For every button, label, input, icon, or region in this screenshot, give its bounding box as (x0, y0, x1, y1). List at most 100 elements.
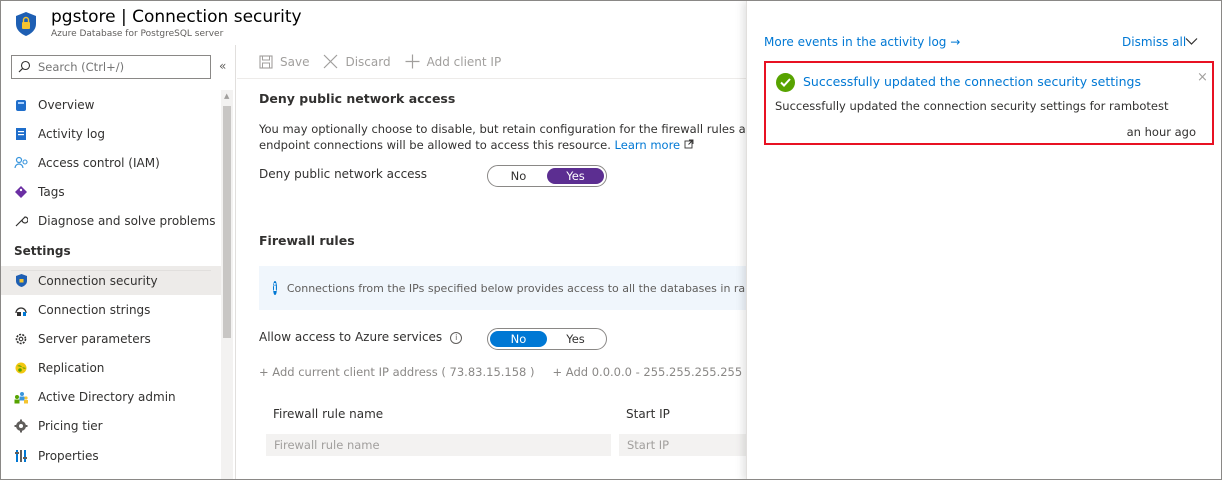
command-bar: Save Discard Add client IP (237, 45, 747, 79)
nav-item-properties[interactable]: Properties (1, 441, 221, 470)
learn-more-link[interactable]: Learn more (615, 138, 694, 152)
close-notification-icon[interactable]: × (1197, 70, 1208, 85)
notifications-pane: More events in the activity log → Dismis… (746, 1, 1221, 479)
discard-label: Discard (345, 54, 391, 69)
notification-body: Successfully updated the connection secu… (775, 99, 1169, 113)
allow-azure-toggle[interactable]: No Yes (487, 328, 607, 350)
description-text: endpoint connections will be allowed to … (259, 138, 611, 152)
settings-section-header: Settings (14, 243, 71, 258)
nav-item-diagnose[interactable]: Diagnose and solve problems (1, 207, 221, 236)
firewall-info-banner: i Connections from the IPs specified bel… (259, 266, 747, 310)
info-text: Connections from the IPs specified below… (286, 281, 747, 295)
search-input[interactable] (38, 58, 206, 76)
allow-azure-label: Allow access to Azure services i (259, 330, 463, 344)
chevron-down-icon[interactable] (1185, 37, 1198, 46)
portal-window: pgstore | Connection security Azure Data… (0, 0, 1222, 480)
success-check-icon (776, 73, 795, 92)
activity-log-link[interactable]: More events in the activity log → (764, 35, 960, 49)
users-icon (13, 389, 29, 405)
nav-item-label: Pricing tier (38, 419, 103, 434)
search-icon (18, 60, 31, 73)
description-line: You may optionally choose to disable, bu… (259, 122, 747, 136)
save-label: Save (280, 54, 310, 69)
dismiss-all-button[interactable]: Dismiss all (1122, 35, 1186, 49)
add-current-ip-link[interactable]: + Add current client IP address ( 73.83.… (259, 365, 535, 379)
nav-item-label: Properties (38, 448, 99, 463)
column-header-rule-name: Firewall rule name (273, 407, 384, 421)
postgres-shield-icon (16, 12, 36, 36)
start-ip-input[interactable] (619, 434, 747, 456)
postgres-overview-icon (13, 97, 29, 113)
shield-icon (13, 273, 29, 289)
close-icon (323, 54, 338, 69)
page-title: pgstore | Connection security (51, 7, 302, 27)
nav-list: Overview Activity log Access control (IA… (1, 90, 221, 470)
save-icon (259, 54, 273, 69)
deny-public-toggle[interactable]: No Yes (487, 165, 607, 187)
scroll-up-icon[interactable]: ▲ (224, 92, 229, 100)
learn-more-label: Learn more (614, 138, 681, 152)
collapse-menu-button[interactable]: « (219, 59, 226, 73)
nav-item-label: Server parameters (38, 331, 151, 346)
resource-menu: « Overview Activity log Access control (… (1, 45, 236, 479)
nav-item-label: Activity log (38, 126, 105, 141)
external-link-icon (684, 139, 694, 149)
nav-item-server-parameters[interactable]: Server parameters (1, 324, 221, 353)
nav-item-label: Replication (38, 361, 105, 376)
deny-public-section-title: Deny public network access (259, 91, 456, 106)
deny-public-label: Deny public network access (259, 167, 428, 181)
add-client-ip-label: Add client IP (426, 54, 502, 69)
plus-icon (405, 54, 420, 69)
tag-icon (13, 184, 29, 200)
nav-item-pricing-tier[interactable]: Pricing tier (1, 412, 221, 441)
firewall-rule-name-input[interactable] (266, 434, 611, 456)
nav-item-label: Active Directory admin (38, 390, 176, 405)
deny-public-yes-option[interactable]: Yes (547, 168, 604, 184)
info-icon: i (273, 281, 277, 295)
nav-item-label: Access control (IAM) (38, 155, 160, 170)
notification-timestamp: an hour ago (1126, 125, 1196, 139)
page-subtitle: Azure Database for PostgreSQL server (51, 29, 224, 39)
wrench-icon (13, 213, 29, 229)
deny-description: You may optionally choose to disable, bu… (259, 121, 747, 153)
discard-button[interactable]: Discard (323, 54, 391, 69)
save-button[interactable]: Save (259, 55, 309, 69)
nav-item-access-control[interactable]: Access control (IAM) (1, 148, 221, 177)
menu-scrollbar[interactable]: ▲ (221, 90, 233, 479)
nav-item-label: Connection security (38, 273, 158, 288)
nav-divider (11, 270, 211, 271)
scrollbar-thumb[interactable] (223, 106, 231, 338)
allow-azure-yes-option[interactable]: Yes (547, 331, 604, 347)
column-header-start-ip: Start IP (626, 407, 670, 421)
firewall-rules-title: Firewall rules (259, 233, 355, 248)
nav-item-overview[interactable]: Overview (1, 90, 221, 119)
nav-item-replication[interactable]: Replication (1, 354, 221, 383)
properties-icon (13, 448, 29, 464)
deny-public-no-option[interactable]: No (490, 168, 547, 184)
add-client-ip-button[interactable]: Add client IP (405, 54, 502, 69)
nav-item-activity-log[interactable]: Activity log (1, 119, 221, 148)
nav-item-active-directory-admin[interactable]: Active Directory admin (1, 383, 221, 412)
access-control-icon (13, 155, 29, 171)
search-box[interactable] (11, 55, 211, 79)
connection-strings-icon (13, 302, 29, 318)
notification-card[interactable]: Successfully updated the connection secu… (764, 61, 1214, 145)
notification-title[interactable]: Successfully updated the connection secu… (803, 74, 1141, 89)
activity-log-icon (13, 126, 29, 142)
pricing-gear-icon (13, 418, 29, 434)
allow-azure-text: Allow access to Azure services (259, 330, 443, 344)
nav-item-label: Tags (38, 185, 65, 200)
blade-header: pgstore | Connection security Azure Data… (1, 1, 761, 45)
allow-azure-no-option[interactable]: No (490, 331, 547, 347)
nav-item-label: Connection strings (38, 302, 151, 317)
nav-item-label: Overview (38, 97, 95, 112)
nav-item-tags[interactable]: Tags (1, 178, 221, 207)
add-range-link[interactable]: + Add 0.0.0.0 - 255.255.255.255 (553, 365, 743, 379)
nav-item-connection-strings[interactable]: Connection strings (1, 295, 221, 324)
gear-icon (13, 331, 29, 347)
globe-icon (13, 360, 29, 376)
main-content: Save Discard Add client IP Deny public n… (237, 45, 747, 479)
add-ip-links: + Add current client IP address ( 73.83.… (259, 365, 742, 379)
nav-item-label: Diagnose and solve problems (38, 214, 216, 229)
info-circle-icon[interactable]: i (450, 331, 463, 344)
